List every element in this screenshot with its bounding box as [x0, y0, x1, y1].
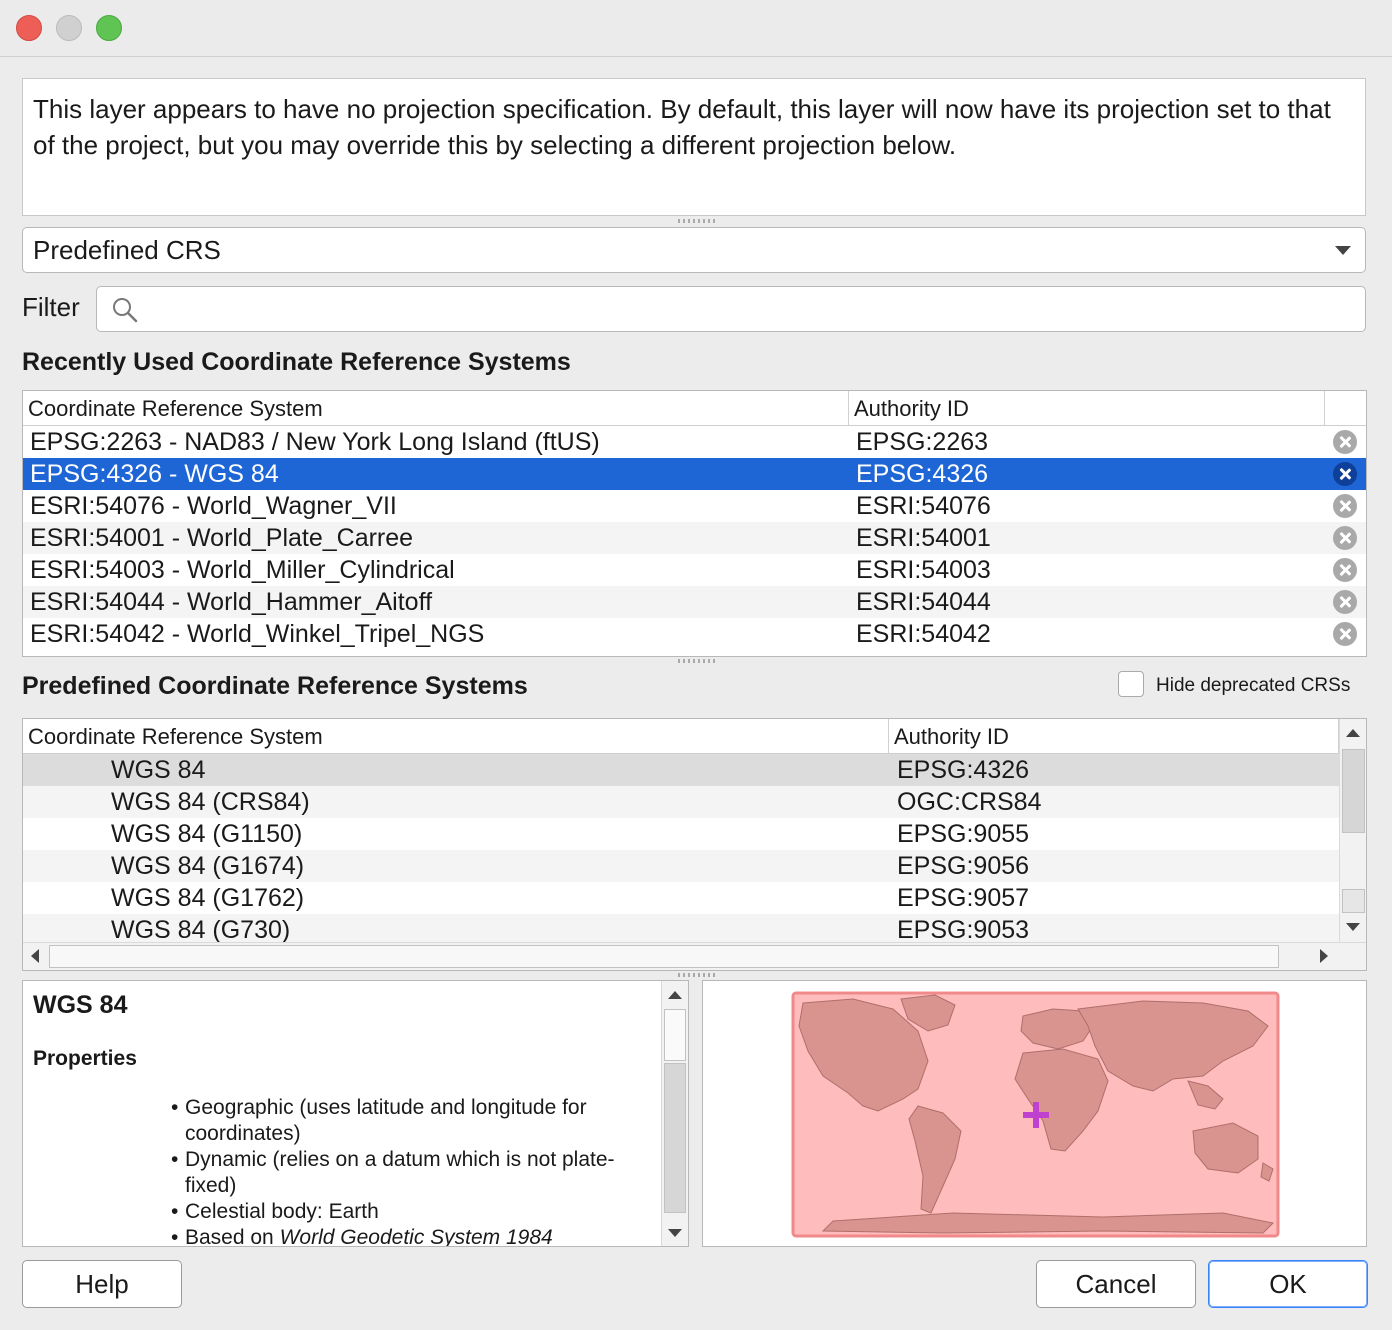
close-window-button[interactable] [16, 15, 42, 41]
remove-icon[interactable] [1333, 430, 1357, 454]
filter-input[interactable] [96, 286, 1366, 332]
authority-id: ESRI:54001 [856, 524, 991, 552]
ok-button[interactable]: OK [1208, 1260, 1368, 1308]
recent-crs-row[interactable]: EPSG:2263 - NAD83 / New York Long Island… [23, 426, 1366, 458]
crs-name: WGS 84 [111, 756, 206, 784]
scroll-down-icon[interactable] [1346, 923, 1360, 931]
authority-id: OGC:CRS84 [897, 788, 1042, 816]
title-bar [0, 0, 1392, 57]
scroll-right-icon[interactable] [1320, 949, 1328, 963]
recent-crs-row[interactable]: ESRI:54003 - World_Miller_Cylindrical ESR… [23, 554, 1366, 586]
crs-name: ESRI:54076 - World_Wagner_VII [30, 492, 397, 520]
recent-crs-table: Coordinate Reference System Authority ID… [22, 390, 1367, 657]
crs-details-panel: WGS 84 Properties Geographic (uses latit… [22, 980, 689, 1247]
predefined-col-authority[interactable]: Authority ID [889, 719, 1339, 753]
property-item: Based on World Geodetic System 1984 [171, 1225, 651, 1247]
recent-crs-title: Recently Used Coordinate Reference Syste… [22, 348, 571, 376]
predefined-vertical-scrollbar[interactable] [1339, 719, 1366, 942]
crs-name: ESRI:54001 - World_Plate_Carree [30, 524, 414, 552]
crs-name: ESRI:54003 - World_Miller_Cylindrical [30, 556, 455, 584]
splitter-handle[interactable] [678, 659, 718, 663]
authority-id: ESRI:54044 [856, 588, 991, 616]
crs-name: ESRI:54044 - World_Hammer_Aitoff [30, 588, 433, 616]
crs-name: EPSG:4326 - WGS 84 [30, 460, 279, 488]
predefined-table-header: Coordinate Reference System Authority ID [23, 719, 1339, 754]
predefined-crs-table: Coordinate Reference System Authority ID… [22, 718, 1367, 971]
crs-name: WGS 84 (G1150) [111, 820, 303, 848]
crs-name: ESRI:54042 - World_Winkel_Tripel_NGS [30, 620, 485, 648]
based-on-prefix: Based on [185, 1226, 274, 1247]
details-vertical-scrollbar[interactable] [661, 981, 688, 1246]
authority-id: ESRI:54076 [856, 492, 991, 520]
crs-mode-value: Predefined CRS [33, 235, 221, 265]
predefined-crs-row[interactable]: WGS 84 EPSG:4326 [23, 754, 1339, 786]
splitter-handle[interactable] [678, 219, 718, 223]
authority-id: EPSG:4326 [897, 756, 1030, 784]
scroll-left-icon[interactable] [31, 949, 39, 963]
crs-mode-select[interactable]: Predefined CRS [22, 227, 1366, 273]
crs-name: WGS 84 (G1674) [111, 852, 305, 880]
chevron-down-icon [1335, 246, 1351, 255]
filter-label: Filter [22, 292, 80, 322]
hide-deprecated-label: Hide deprecated CRSs [1156, 675, 1351, 696]
predefined-crs-row[interactable]: WGS 84 (CRS84) OGC:CRS84 [23, 786, 1339, 818]
predefined-crs-row[interactable]: WGS 84 (G1150) EPSG:9055 [23, 818, 1339, 850]
crs-extent-map-preview [702, 980, 1367, 1247]
crs-name: WGS 84 (CRS84) [111, 788, 310, 816]
recent-col-authority[interactable]: Authority ID [849, 391, 1325, 425]
details-properties-list: Geographic (uses latitude and longitude … [171, 1095, 651, 1247]
scroll-up-icon[interactable] [668, 991, 682, 999]
world-map [791, 991, 1280, 1238]
predefined-col-crs[interactable]: Coordinate Reference System [23, 719, 889, 753]
property-item: Geographic (uses latitude and longitude … [171, 1095, 651, 1147]
recent-crs-row[interactable]: ESRI:54001 - World_Plate_Carree ESRI:5400… [23, 522, 1366, 554]
details-subtitle: Properties [33, 1047, 137, 1070]
authority-id: ESRI:54042 [856, 620, 991, 648]
splitter-handle[interactable] [678, 973, 718, 977]
remove-icon[interactable] [1333, 558, 1357, 582]
scroll-track-segment [1342, 889, 1365, 913]
scroll-thumb[interactable] [49, 945, 1279, 968]
details-title: WGS 84 [33, 991, 128, 1019]
crs-name: EPSG:2263 - NAD83 / New York Long Island… [30, 428, 600, 456]
predefined-crs-title: Predefined Coordinate Reference Systems [22, 672, 528, 700]
remove-icon[interactable] [1333, 622, 1357, 646]
hide-deprecated-checkbox[interactable] [1118, 671, 1144, 697]
cancel-button[interactable]: Cancel [1036, 1260, 1196, 1308]
remove-icon[interactable] [1333, 526, 1357, 550]
recent-crs-row[interactable]: ESRI:54076 - World_Wagner_VII ESRI:54076 [23, 490, 1366, 522]
zoom-window-button[interactable] [96, 15, 122, 41]
help-button[interactable]: Help [22, 1260, 182, 1308]
authority-id: EPSG:9056 [897, 852, 1030, 880]
scroll-up-icon[interactable] [1346, 729, 1360, 737]
remove-icon[interactable] [1333, 494, 1357, 518]
predefined-horizontal-scrollbar[interactable] [23, 942, 1366, 970]
scroll-thumb[interactable] [664, 1063, 686, 1213]
authority-id: EPSG:9055 [897, 820, 1030, 848]
crs-name: WGS 84 (G1762) [111, 884, 305, 912]
authority-id: ESRI:54003 [856, 556, 991, 584]
projection-message: This layer appears to have no projection… [22, 78, 1366, 216]
search-icon [113, 298, 138, 323]
property-item: Celestial body: Earth [171, 1199, 651, 1225]
minimize-window-button[interactable] [56, 15, 82, 41]
based-on-value: World Geodetic System 1984 [279, 1226, 553, 1247]
property-item: Dynamic (relies on a datum which is not … [171, 1147, 651, 1199]
recent-crs-row[interactable]: ESRI:54042 - World_Winkel_Tripel_NGS ESRI… [23, 618, 1366, 650]
scroll-down-icon[interactable] [668, 1229, 682, 1237]
scroll-thumb[interactable] [1342, 749, 1365, 833]
predefined-crs-row[interactable]: WGS 84 (G1674) EPSG:9056 [23, 850, 1339, 882]
recent-col-crs[interactable]: Coordinate Reference System [23, 391, 849, 425]
recent-table-header: Coordinate Reference System Authority ID [23, 391, 1366, 426]
predefined-crs-row[interactable]: WGS 84 (G1762) EPSG:9057 [23, 882, 1339, 914]
authority-id: EPSG:2263 [856, 428, 989, 456]
recent-crs-row[interactable]: ESRI:54044 - World_Hammer_Aitoff ESRI:540… [23, 586, 1366, 618]
recent-crs-row[interactable]: EPSG:4326 - WGS 84 EPSG:4326 [23, 458, 1366, 490]
scroll-track-segment [664, 1009, 686, 1061]
authority-id: EPSG:4326 [856, 460, 989, 488]
remove-icon[interactable] [1333, 462, 1357, 486]
remove-icon[interactable] [1333, 590, 1357, 614]
authority-id: EPSG:9057 [897, 884, 1030, 912]
